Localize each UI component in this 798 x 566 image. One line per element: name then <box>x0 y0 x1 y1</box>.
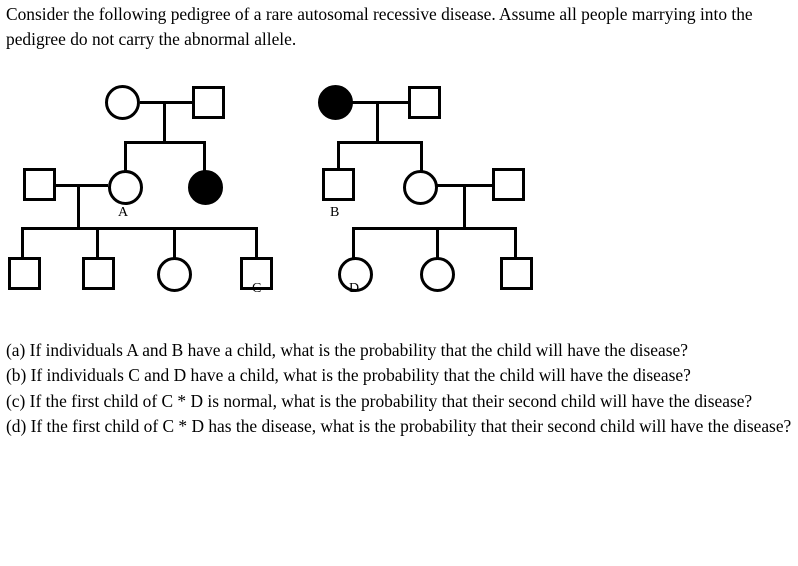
right-gen2-sib2-drop <box>420 141 423 171</box>
left-gen2-affected-sister <box>188 170 223 205</box>
right-gen3-sibship-bar <box>352 227 516 230</box>
right-gen2-sib1-drop <box>337 141 340 171</box>
left-gen3-child-2 <box>82 257 115 290</box>
left-gen3-sib1-drop <box>21 227 24 258</box>
left-gen2-sib2-drop <box>203 141 206 171</box>
right-gen1-father <box>408 86 441 119</box>
left-gen3-child-1 <box>8 257 41 290</box>
questions-list: (a) If individuals A and B have a child,… <box>6 338 792 439</box>
right-gen3-sib1-drop <box>352 227 355 258</box>
left-gen3-sib4-drop <box>255 227 258 258</box>
right-gen1-marriage-line <box>352 101 409 104</box>
right-gen3-sib2-drop <box>436 227 439 258</box>
prompt-text: Consider the following pedigree of a rar… <box>6 4 753 49</box>
right-gen1-descent-line <box>376 101 379 142</box>
right-gen2-daughter <box>403 170 438 205</box>
left-gen2-descent-line <box>77 184 80 228</box>
question-b: (b) If individuals C and D have a child,… <box>6 365 691 386</box>
left-gen2-marriage-line <box>56 184 108 187</box>
label-c: C <box>252 281 262 296</box>
left-gen1-mother <box>105 85 140 120</box>
left-gen2-sib1-drop <box>124 141 127 171</box>
left-gen1-father <box>192 86 225 119</box>
right-gen1-affected-mother <box>318 85 353 120</box>
left-gen3-sibship-bar <box>21 227 257 230</box>
question-d: (d) If the first child of C * D has the … <box>6 415 792 436</box>
right-gen3-child-3 <box>500 257 533 290</box>
left-gen1-marriage-line <box>140 101 192 104</box>
left-gen3-child-3 <box>157 257 192 292</box>
label-a: A <box>118 205 129 220</box>
question-a: (a) If individuals A and B have a child,… <box>6 340 688 360</box>
label-b: B <box>330 205 340 220</box>
right-gen2-spouse <box>492 168 525 201</box>
right-gen2-sibship-bar <box>337 141 423 144</box>
right-gen3-sib3-drop <box>514 227 517 258</box>
right-gen2-individual-b <box>322 168 355 201</box>
left-gen2-spouse <box>23 168 56 201</box>
left-gen2-sibship-bar <box>124 141 206 144</box>
left-gen3-sib3-drop <box>173 227 176 258</box>
left-gen1-descent-line <box>163 101 166 142</box>
right-gen3-child-2 <box>420 257 455 292</box>
left-gen2-individual-a <box>108 170 143 205</box>
pedigree-diagram: A B C D <box>0 70 620 315</box>
right-gen2-descent-line <box>463 184 466 228</box>
label-d: D <box>349 281 360 296</box>
question-c: (c) If the first child of C * D is norma… <box>6 390 753 411</box>
left-gen3-sib2-drop <box>96 227 99 258</box>
